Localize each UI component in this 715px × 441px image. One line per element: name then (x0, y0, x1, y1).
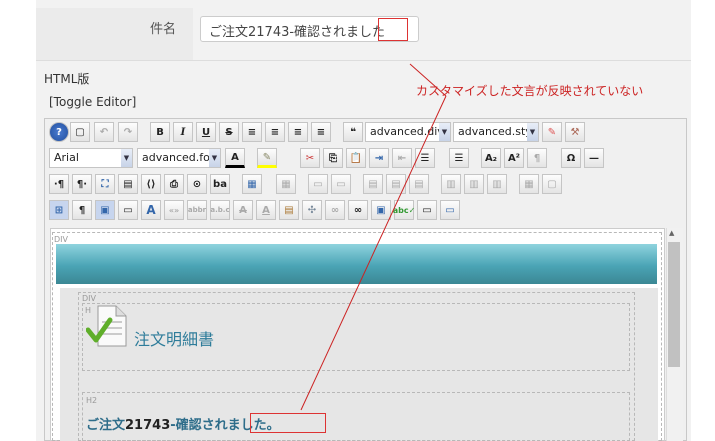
annotation-lines (300, 63, 447, 411)
